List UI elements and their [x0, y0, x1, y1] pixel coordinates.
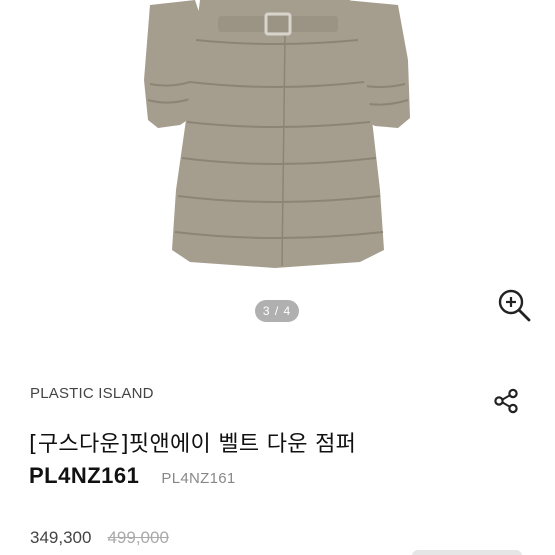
share-icon: [494, 388, 518, 414]
model-code: PL4NZ161: [29, 463, 140, 488]
page-indicator: 3 / 4: [255, 300, 299, 322]
product-image: [144, 0, 410, 268]
price-row: 349,300 499,000: [30, 528, 169, 548]
model-code-row: PL4NZ161 PL4NZ161: [29, 463, 236, 489]
share-button[interactable]: [491, 386, 521, 416]
bottom-action-bar-edge[interactable]: [412, 550, 522, 555]
coat-belt: [218, 16, 338, 32]
model-code-secondary: PL4NZ161: [161, 470, 236, 487]
sale-price: 349,300: [30, 528, 92, 547]
brand-name[interactable]: PLASTIC ISLAND: [30, 385, 154, 402]
zoom-in-icon: [498, 289, 531, 322]
product-image-gallery[interactable]: 3 / 4: [0, 0, 555, 350]
product-title: [구스다운]핏앤에이 벨트 다운 점퍼: [29, 432, 357, 457]
original-price: 499,000: [107, 528, 169, 547]
zoom-button[interactable]: [496, 287, 532, 323]
